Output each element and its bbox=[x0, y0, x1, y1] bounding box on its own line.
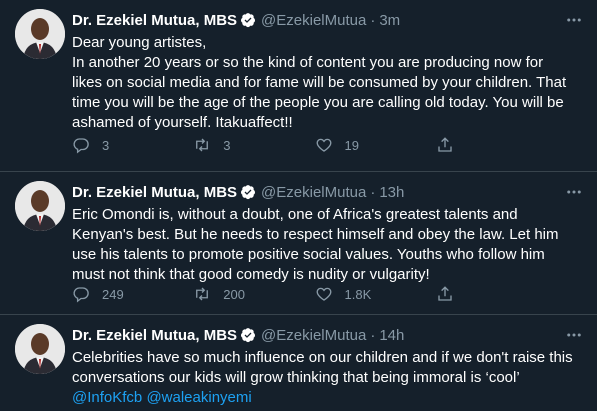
share-icon bbox=[438, 137, 452, 152]
separator: · bbox=[370, 326, 376, 344]
reply-icon bbox=[73, 287, 89, 303]
tweet-line: Celebrities have so much influence on ou… bbox=[72, 349, 573, 366]
timestamp[interactable]: 14h bbox=[379, 327, 404, 344]
reply-count: 249 bbox=[102, 286, 124, 302]
like-button[interactable]: 19 bbox=[315, 136, 436, 154]
tweet-header: Dr. Ezekiel Mutua, MBS @EzekielMutua · 1… bbox=[72, 325, 585, 345]
timestamp[interactable]: 3m bbox=[379, 12, 400, 29]
tweet-text: Celebrities have so much influence on ou… bbox=[72, 348, 585, 408]
like-count: 1.8K bbox=[344, 286, 372, 302]
tweet-actions: 249 200 1.8K bbox=[72, 285, 557, 303]
more-icon[interactable] bbox=[565, 326, 583, 344]
timestamp[interactable]: 13h bbox=[379, 184, 404, 201]
tweet[interactable]: Dr. Ezekiel Mutua, MBS @EzekielMutua · 1… bbox=[0, 315, 597, 411]
reply-button[interactable]: 249 bbox=[72, 285, 193, 303]
retweet-count: 3 bbox=[223, 137, 231, 153]
share-button[interactable] bbox=[436, 136, 557, 154]
tweet-text: Eric Omondi is, without a doubt, one of … bbox=[72, 205, 585, 285]
retweet-button[interactable]: 200 bbox=[193, 285, 314, 303]
like-count: 19 bbox=[344, 137, 359, 153]
tweet-line: time you will be the age of the people y… bbox=[72, 94, 564, 111]
tweet-text: Dear young artistes, In another 20 years… bbox=[72, 33, 585, 133]
tweet-line: In another 20 years or so the kind of co… bbox=[72, 54, 544, 71]
tweet-line: Eric Omondi is, without a doubt, one of … bbox=[72, 206, 518, 223]
author-name[interactable]: Dr. Ezekiel Mutua, MBS bbox=[72, 327, 237, 344]
tweet-line: Dear young artistes, bbox=[72, 34, 207, 51]
tweet-header: Dr. Ezekiel Mutua, MBS @EzekielMutua · 3… bbox=[72, 10, 585, 30]
author-name[interactable]: Dr. Ezekiel Mutua, MBS bbox=[72, 184, 237, 201]
tweet[interactable]: Dr. Ezekiel Mutua, MBS @EzekielMutua · 3… bbox=[0, 0, 597, 172]
author-handle[interactable]: @EzekielMutua bbox=[261, 327, 366, 344]
share-icon bbox=[438, 286, 452, 301]
tweet-line: ashamed of yourself. Itakuaffect!! bbox=[72, 114, 293, 131]
tweet-line: must not think that good comedy is nudit… bbox=[72, 266, 430, 283]
separator: · bbox=[370, 183, 376, 201]
like-icon bbox=[316, 287, 331, 301]
author-handle[interactable]: @EzekielMutua bbox=[261, 12, 366, 29]
retweet-icon bbox=[196, 287, 209, 301]
like-icon bbox=[316, 138, 331, 152]
author-handle[interactable]: @EzekielMutua bbox=[261, 184, 366, 201]
reply-button[interactable]: 3 bbox=[72, 136, 193, 154]
avatar[interactable] bbox=[15, 324, 65, 374]
mention-link[interactable]: @waleakinyemi bbox=[146, 389, 251, 406]
tweet[interactable]: Dr. Ezekiel Mutua, MBS @EzekielMutua · 1… bbox=[0, 172, 597, 315]
verified-icon bbox=[240, 12, 256, 28]
retweet-button[interactable]: 3 bbox=[193, 136, 314, 154]
retweet-count: 200 bbox=[223, 286, 245, 302]
reply-count: 3 bbox=[102, 137, 110, 153]
more-icon[interactable] bbox=[565, 11, 583, 29]
tweet-header: Dr. Ezekiel Mutua, MBS @EzekielMutua · 1… bbox=[72, 182, 585, 202]
verified-icon bbox=[240, 184, 256, 200]
share-button[interactable] bbox=[436, 285, 557, 303]
tweet-line: conversations our kids will grow thinkin… bbox=[72, 369, 520, 386]
tweet-mentions: @InfoKfcb @waleakinyemi bbox=[72, 388, 585, 408]
timeline-feed: Dr. Ezekiel Mutua, MBS @EzekielMutua · 3… bbox=[0, 0, 597, 411]
tweet-line: likes on social media and for fame will … bbox=[72, 74, 567, 91]
retweet-icon bbox=[196, 138, 209, 152]
avatar[interactable] bbox=[15, 181, 65, 231]
like-button[interactable]: 1.8K bbox=[315, 285, 436, 303]
more-icon[interactable] bbox=[565, 183, 583, 201]
avatar[interactable] bbox=[15, 9, 65, 59]
verified-icon bbox=[240, 327, 256, 343]
tweet-line: use his talents to promote positive soci… bbox=[72, 246, 545, 263]
tweet-actions: 3 3 19 bbox=[72, 136, 557, 154]
mention-link[interactable]: @InfoKfcb bbox=[72, 389, 142, 406]
separator: · bbox=[370, 11, 376, 29]
reply-icon bbox=[73, 138, 89, 154]
author-name[interactable]: Dr. Ezekiel Mutua, MBS bbox=[72, 12, 237, 29]
tweet-line: Kenyan's best. But he needs to respect h… bbox=[72, 226, 559, 243]
